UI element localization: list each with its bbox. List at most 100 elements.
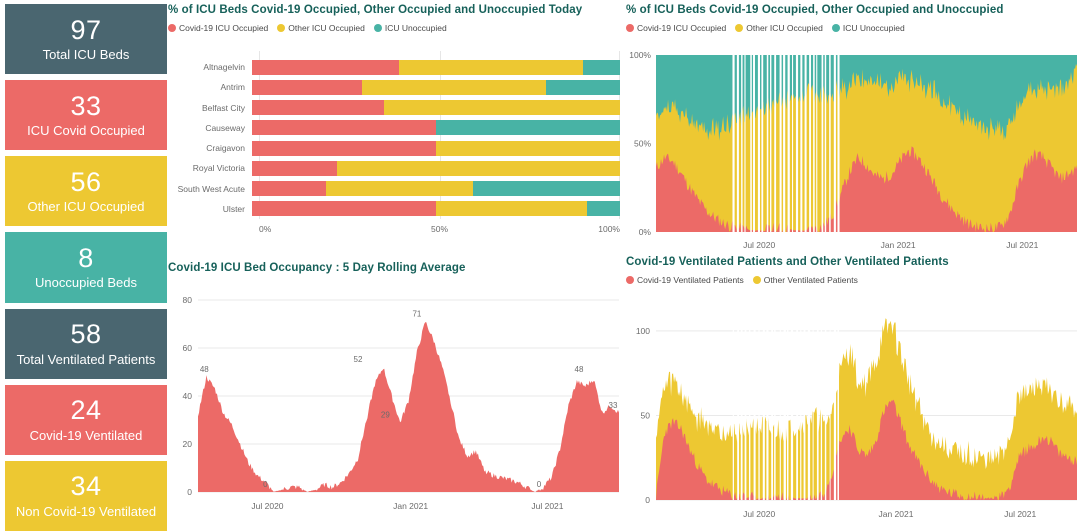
- data-gap-stripe: [753, 314, 756, 500]
- hospital-bar-row[interactable]: Craigavon: [168, 138, 620, 158]
- data-gap-stripe: [750, 55, 752, 232]
- legend-label: Other ICU Occupied: [746, 23, 823, 33]
- data-gap-stripe: [833, 55, 836, 232]
- data-gap-stripe: [800, 55, 803, 232]
- stacked-bar[interactable]: [252, 181, 620, 197]
- data-gap-stripe: [804, 55, 807, 232]
- hospital-name-label: Royal Victoria: [192, 163, 245, 174]
- kpi-card-total-ventilated-patients[interactable]: 58 Total Ventilated Patients: [5, 308, 167, 379]
- hospital-bar-row[interactable]: Belfast City: [168, 98, 620, 118]
- hospital-name-label: Ulster: [222, 203, 245, 214]
- x-axis-tick-label: Jul 2020: [251, 501, 283, 511]
- stacked-bar[interactable]: [252, 140, 620, 156]
- kpi-card-icu-covid-occupied[interactable]: 33 ICU Covid Occupied: [5, 80, 167, 151]
- data-gap-stripe: [761, 55, 764, 232]
- hospital-bar-row[interactable]: Ulster: [168, 199, 620, 219]
- data-gap-stripe: [813, 55, 815, 232]
- legend-item-other-icu[interactable]: Other ICU Occupied: [735, 23, 823, 33]
- bar-segment[interactable]: [252, 181, 326, 197]
- data-gap-stripe: [744, 314, 747, 500]
- bar-segment[interactable]: [399, 59, 584, 75]
- bar-segment[interactable]: [252, 100, 385, 116]
- legend-item-icu-unoccupied[interactable]: ICU Unoccupied: [373, 23, 447, 33]
- bar-segment[interactable]: [252, 140, 436, 156]
- legend-item-covid-ventilated[interactable]: Covid-19 Ventilated Patients: [626, 275, 744, 285]
- hospital-bar-row[interactable]: South West Acute: [168, 179, 620, 199]
- kpi-card-unoccupied-beds[interactable]: 8 Unoccupied Beds: [5, 232, 167, 303]
- kpi-value: 8: [78, 243, 94, 274]
- chart-icu-rolling-average: Covid-19 ICU Bed Occupancy : 5 Day Rolli…: [168, 262, 620, 530]
- bar-segment[interactable]: [436, 120, 620, 136]
- legend-dot-icon: [168, 24, 176, 32]
- kpi-card-covid-19-ventilated[interactable]: 24 Covid-19 Ventilated: [5, 384, 167, 455]
- data-gap-stripe: [741, 55, 743, 232]
- legend-label: Covid-19 ICU Occupied: [637, 23, 727, 33]
- legend-item-covid-icu[interactable]: Covid-19 ICU Occupied: [626, 23, 726, 33]
- bar-segment[interactable]: [252, 79, 363, 95]
- bar-segment[interactable]: [362, 79, 547, 95]
- kpi-card-non-covid-19-ventilated[interactable]: 34 Non Covid-19 Ventilated: [5, 460, 167, 531]
- stacked-bar[interactable]: [252, 79, 620, 95]
- kpi-column: 97 Total ICU Beds 33 ICU Covid Occupied …: [5, 4, 167, 531]
- y-axis-tick-label: 100%: [629, 50, 651, 60]
- kpi-value: 58: [70, 319, 102, 350]
- x-axis: 0% 50% 100%: [259, 221, 620, 241]
- bar-segment[interactable]: [586, 201, 620, 217]
- data-gap-stripe: [790, 314, 794, 500]
- hospital-bar-rows: Altnagelvin Antrim Belfast City Causeway Cra…: [168, 57, 620, 219]
- data-gap-stripe: [803, 314, 806, 500]
- chart-hospital-icu-occupancy: % of ICU Beds Covid-19 Occupied, Other O…: [168, 4, 620, 259]
- x-axis-tick-label: Jul 2021: [1004, 509, 1036, 519]
- legend-item-covid-icu[interactable]: Covid-19 ICU Occupied: [168, 23, 268, 33]
- bar-segment[interactable]: [325, 181, 473, 197]
- data-gap-stripe: [770, 55, 772, 232]
- bar-segment[interactable]: [252, 120, 436, 136]
- bar-segment[interactable]: [546, 79, 620, 95]
- stacked-bar[interactable]: [252, 160, 620, 176]
- hospital-name-label: Antrim: [220, 82, 245, 93]
- bar-segment[interactable]: [583, 59, 620, 75]
- kpi-card-other-icu-occupied[interactable]: 56 Other ICU Occupied: [5, 156, 167, 227]
- legend-label: Other ICU Occupied: [288, 23, 365, 33]
- y-axis-tick-label: 40: [183, 391, 193, 401]
- data-gap-stripe: [824, 314, 827, 500]
- legend-item-other-ventilated[interactable]: Other Ventilated Patients: [752, 275, 858, 285]
- data-gap-stripe: [816, 55, 818, 232]
- y-axis-tick-label: 60: [183, 343, 193, 353]
- kpi-label: Total ICU Beds: [42, 46, 130, 62]
- kpi-label: Unoccupied Beds: [35, 275, 137, 291]
- chart-ventilated-patients: Covid-19 Ventilated Patients and Other V…: [626, 256, 1078, 531]
- data-gap-stripe: [787, 55, 790, 232]
- kpi-value: 24: [70, 395, 102, 426]
- bar-segment[interactable]: [436, 201, 587, 217]
- bar-segment[interactable]: [384, 100, 620, 116]
- data-gap-stripe: [753, 55, 755, 232]
- stacked-bar[interactable]: [252, 120, 620, 136]
- kpi-card-total-icu-beds[interactable]: 97 Total ICU Beds: [5, 4, 167, 75]
- bar-segment[interactable]: [436, 140, 620, 156]
- hospital-bar-row[interactable]: Altnagelvin: [168, 57, 620, 77]
- chart-title: % of ICU Beds Covid-19 Occupied, Other O…: [168, 4, 583, 16]
- hospital-bar-row[interactable]: Antrim: [168, 77, 620, 97]
- data-gap-stripe: [820, 314, 823, 500]
- legend-item-icu-unoccupied[interactable]: ICU Unoccupied: [831, 23, 905, 33]
- legend-dot-icon: [277, 24, 286, 32]
- bar-segment[interactable]: [252, 160, 337, 176]
- x-axis-tick-label: 50%: [430, 224, 449, 234]
- stacked-bar[interactable]: [252, 59, 620, 75]
- hospital-bar-row[interactable]: Royal Victoria: [168, 158, 620, 178]
- data-point-label: 52: [354, 355, 363, 364]
- data-gap-stripe: [807, 314, 811, 500]
- bar-segment[interactable]: [252, 59, 400, 75]
- hospital-bar-row[interactable]: Causeway: [168, 118, 620, 138]
- y-axis-tick-label: 80: [183, 295, 193, 305]
- bar-segment[interactable]: [336, 160, 620, 176]
- y-axis-tick-label: 0: [645, 495, 650, 505]
- stacked-bar[interactable]: [252, 100, 620, 116]
- bar-segment[interactable]: [472, 181, 620, 197]
- legend-item-other-icu[interactable]: Other ICU Occupied: [277, 23, 365, 33]
- stacked-bar[interactable]: [252, 201, 620, 217]
- bar-segment[interactable]: [252, 201, 436, 217]
- kpi-label: Total Ventilated Patients: [16, 351, 156, 367]
- x-axis-tick-label: Jul 2020: [743, 509, 775, 519]
